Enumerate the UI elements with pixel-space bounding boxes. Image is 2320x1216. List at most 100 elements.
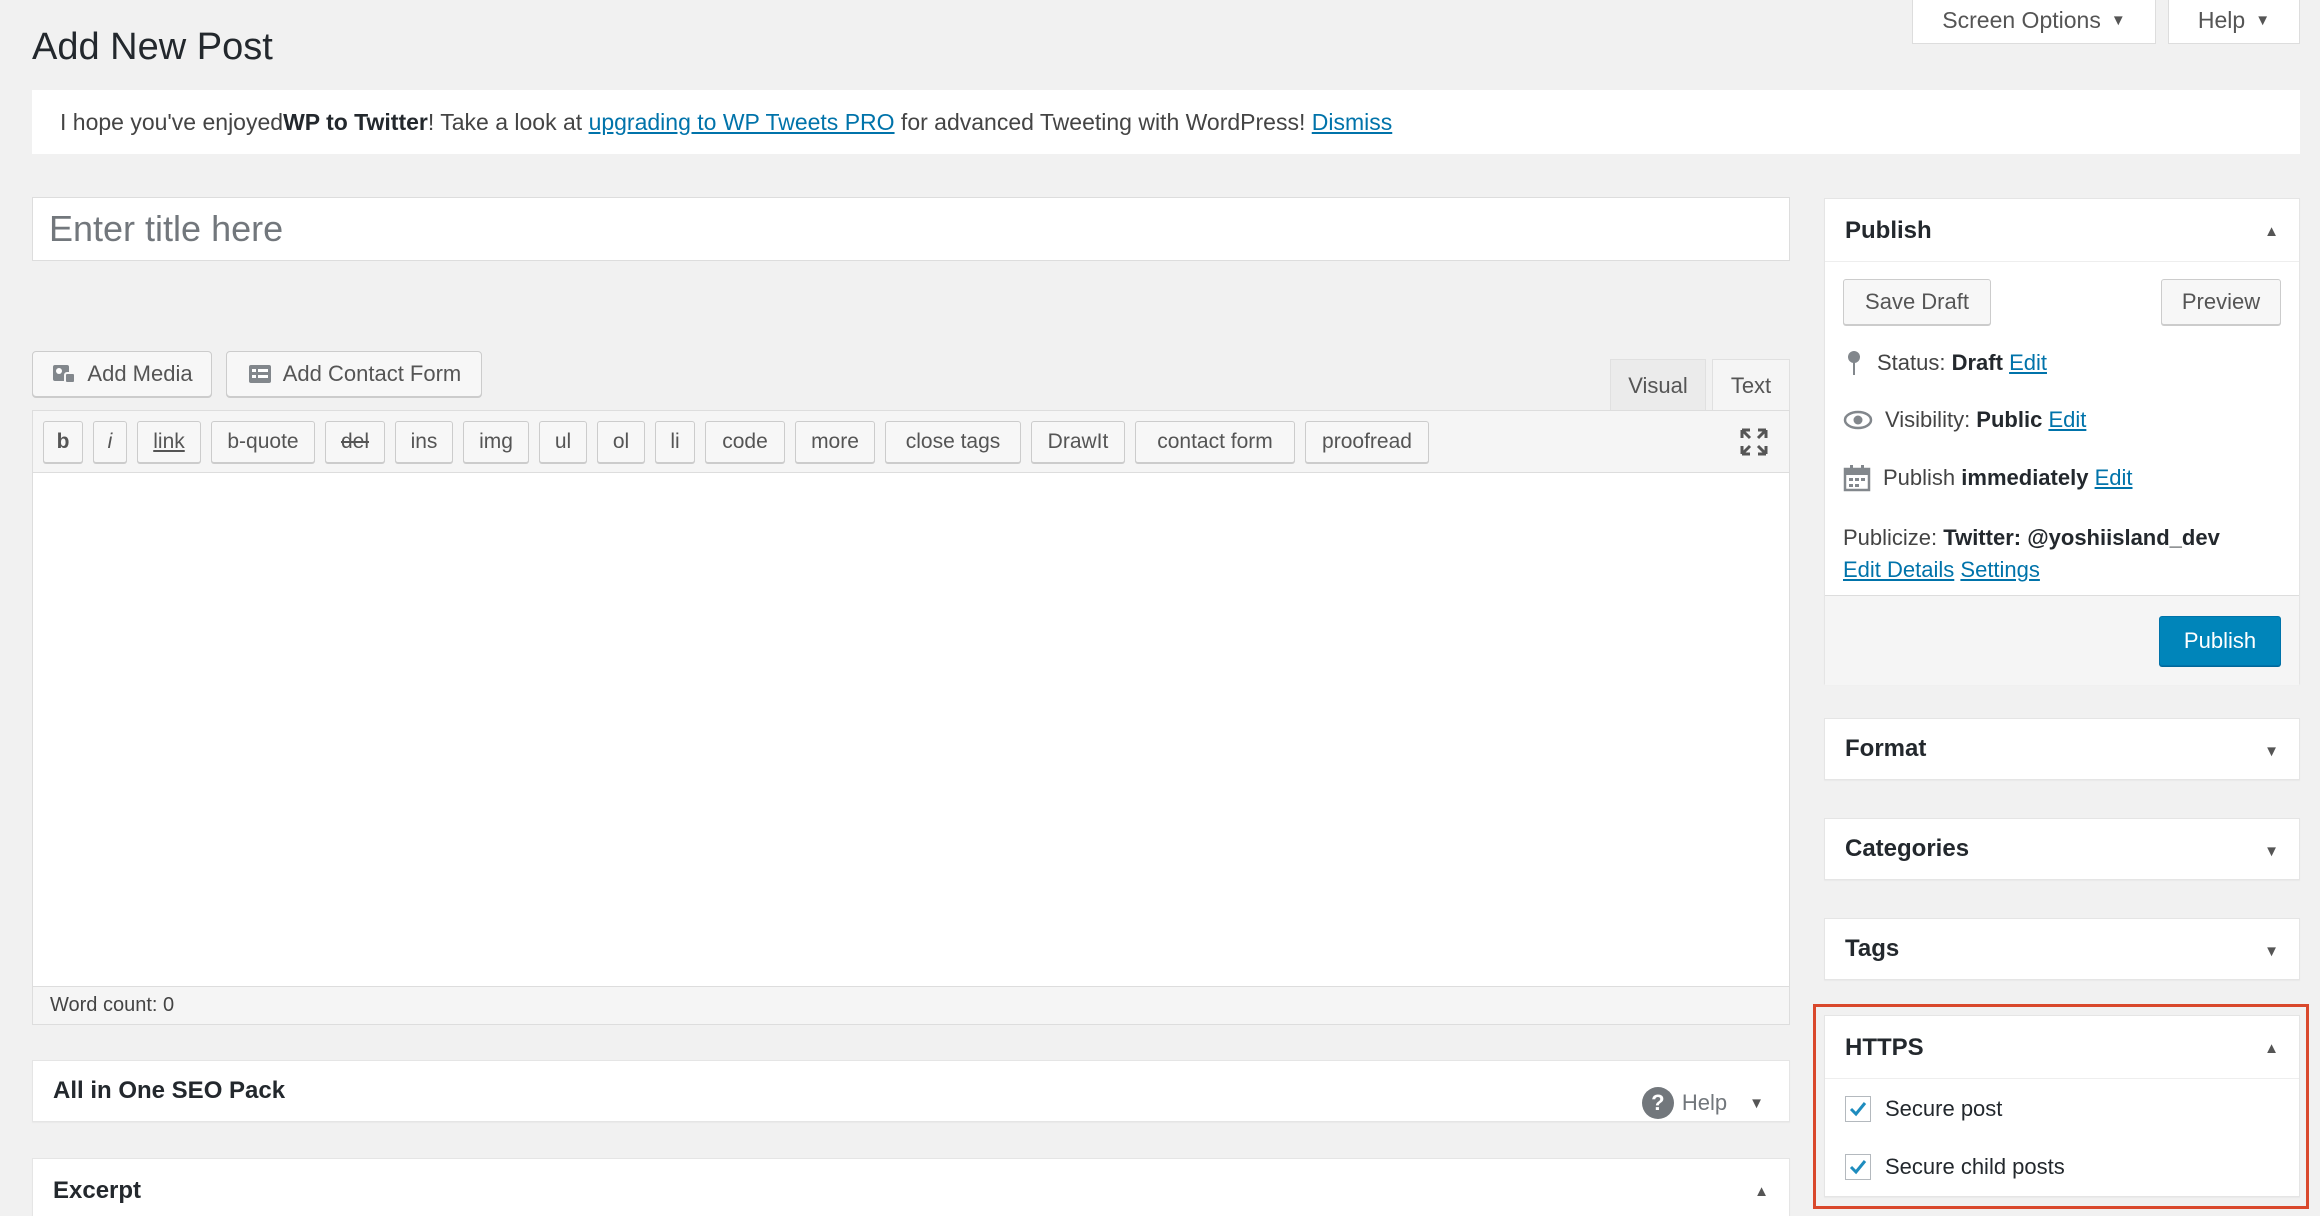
qt-proofread-label: proofread [1322,430,1412,453]
seo-pack-box: All in One SEO Pack ? Help ▼ [32,1060,1790,1122]
caret-up-icon[interactable]: ▲ [1754,1183,1769,1200]
publish-button-label: Publish [2183,628,2257,653]
edit-details-link[interactable]: Edit Details [1843,557,1954,582]
divider [1825,261,2299,262]
tab-visual-label: Visual [1628,372,1688,398]
secure-post-checkbox[interactable] [1845,1096,1871,1122]
checkmark-icon [1849,1160,1867,1175]
https-title: HTTPS [1845,1034,1924,1061]
plugin-notice: I hope you've enjoyed WP to Twitter! Tak… [32,90,2300,154]
qt-contact-form-button[interactable]: contact form [1135,421,1295,463]
divider [1825,1078,2299,1079]
post-title-placeholder: Enter title here [49,208,284,249]
qt-italic-label: i [107,430,113,453]
format-box: Format ▼ [1824,718,2300,780]
qt-link-button[interactable]: link [137,421,201,463]
save-draft-button[interactable]: Save Draft [1843,279,1991,325]
caret-up-icon[interactable]: ▲ [2264,223,2279,240]
qt-del-button[interactable]: del [325,421,385,463]
qt-ul-button[interactable]: ul [539,421,587,463]
post-content-editor[interactable]: b i link b-quote del ins img ul ol li co… [32,410,1790,1025]
publish-button[interactable]: Publish [2159,616,2281,666]
categories-title: Categories [1845,835,1970,862]
tags-box: Tags ▼ [1824,918,2300,980]
add-media-button[interactable]: Add Media [32,351,212,397]
publicize-row: Publicize: Twitter: @yoshiisland_dev Edi… [1843,522,2220,586]
qt-img-button[interactable]: img [463,421,529,463]
seo-pack-title: All in One SEO Pack [53,1077,286,1104]
qt-bold-label: b [56,430,70,453]
page-title: Add New Post [32,26,273,68]
caret-up-icon[interactable]: ▲ [2264,1040,2279,1057]
form-icon [248,365,271,383]
help-tab[interactable]: Help ▼ [2168,0,2300,44]
qt-more-button[interactable]: more [795,421,875,463]
qt-code-label: code [722,430,768,453]
qt-bquote-button[interactable]: b-quote [211,421,315,463]
qt-drawit-label: DrawIt [1047,430,1109,453]
visibility-row: Visibility: Public Edit [1843,407,2086,433]
publicize-value: Twitter: @yoshiisland_dev [1943,525,2220,550]
add-media-label: Add Media [87,361,193,386]
status-row: Status: Draft Edit [1843,349,2047,377]
publish-box-title: Publish [1845,217,1932,244]
publicize-settings-link[interactable]: Settings [1960,557,2040,582]
qt-li-label: li [670,430,680,453]
preview-button[interactable]: Preview [2161,279,2281,325]
add-contact-form-label: Add Contact Form [282,361,462,386]
seo-help-toggle[interactable]: ? Help ▼ [1641,1087,1764,1119]
qt-bquote-label: b-quote [227,430,299,453]
qt-drawit-button[interactable]: DrawIt [1031,421,1125,463]
notice-text-middle: ! Take a look at [427,108,589,135]
caret-down-icon[interactable]: ▼ [2264,743,2279,760]
qt-code-button[interactable]: code [705,421,785,463]
upgrade-link[interactable]: upgrading to WP Tweets PRO [589,109,895,136]
publish-time-edit-link[interactable]: Edit [2095,465,2133,490]
save-draft-label: Save Draft [1865,289,1969,314]
caret-down-icon: ▼ [2255,12,2271,29]
qt-ol-label: ol [612,430,630,453]
tab-text-label: Text [1730,372,1772,398]
qt-link-label: link [153,430,185,453]
qt-li-button[interactable]: li [655,421,695,463]
checkmark-icon [1849,1102,1867,1117]
visibility-edit-link[interactable]: Edit [2048,407,2086,432]
word-count-text: Word count: 0 [50,994,175,1016]
screen-options-tab[interactable]: Screen Options ▼ [1912,0,2156,44]
qt-bold-button[interactable]: b [43,421,83,463]
qt-del-label: del [340,430,370,453]
publish-box: Publish ▲ Save Draft Preview Status: Dra… [1824,198,2300,685]
excerpt-title: Excerpt [53,1177,142,1204]
publish-time-label: Publish [1883,465,1962,490]
status-label: Status: [1877,350,1952,375]
qt-ul-label: ul [554,430,572,453]
caret-down-icon[interactable]: ▼ [2264,843,2279,860]
add-contact-form-button[interactable]: Add Contact Form [226,351,482,397]
tags-title: Tags [1845,935,1900,962]
tab-text[interactable]: Text [1712,359,1790,411]
caret-down-icon[interactable]: ▼ [2264,943,2279,960]
post-title-input[interactable]: Enter title here [32,197,1790,261]
qt-close-tags-button[interactable]: close tags [885,421,1021,463]
calendar-icon [1843,465,1871,492]
fullscreen-icon[interactable] [1739,427,1769,457]
categories-box: Categories ▼ [1824,818,2300,880]
secure-child-posts-option[interactable]: Secure child posts [1845,1154,2065,1180]
publish-time-value: immediately [1961,465,2089,490]
quicktags-toolbar: b i link b-quote del ins img ul ol li co… [33,411,1789,473]
secure-post-label: Secure post [1885,1096,2003,1121]
status-edit-link[interactable]: Edit [2009,350,2047,375]
qt-italic-button[interactable]: i [93,421,127,463]
qt-ol-button[interactable]: ol [597,421,645,463]
tab-visual[interactable]: Visual [1610,359,1706,411]
qt-close-tags-label: close tags [905,430,1001,453]
secure-post-option[interactable]: Secure post [1845,1096,2002,1122]
secure-child-posts-checkbox[interactable] [1845,1154,1871,1180]
notice-text-before: I hope you've enjoyed [60,108,284,135]
status-value: Draft [1951,350,2003,375]
caret-down-icon: ▼ [1749,1094,1764,1112]
dismiss-link[interactable]: Dismiss [1312,109,1393,136]
qt-proofread-button[interactable]: proofread [1305,421,1429,463]
qt-ins-button[interactable]: ins [395,421,453,463]
qt-contact-form-label: contact form [1157,430,1273,453]
